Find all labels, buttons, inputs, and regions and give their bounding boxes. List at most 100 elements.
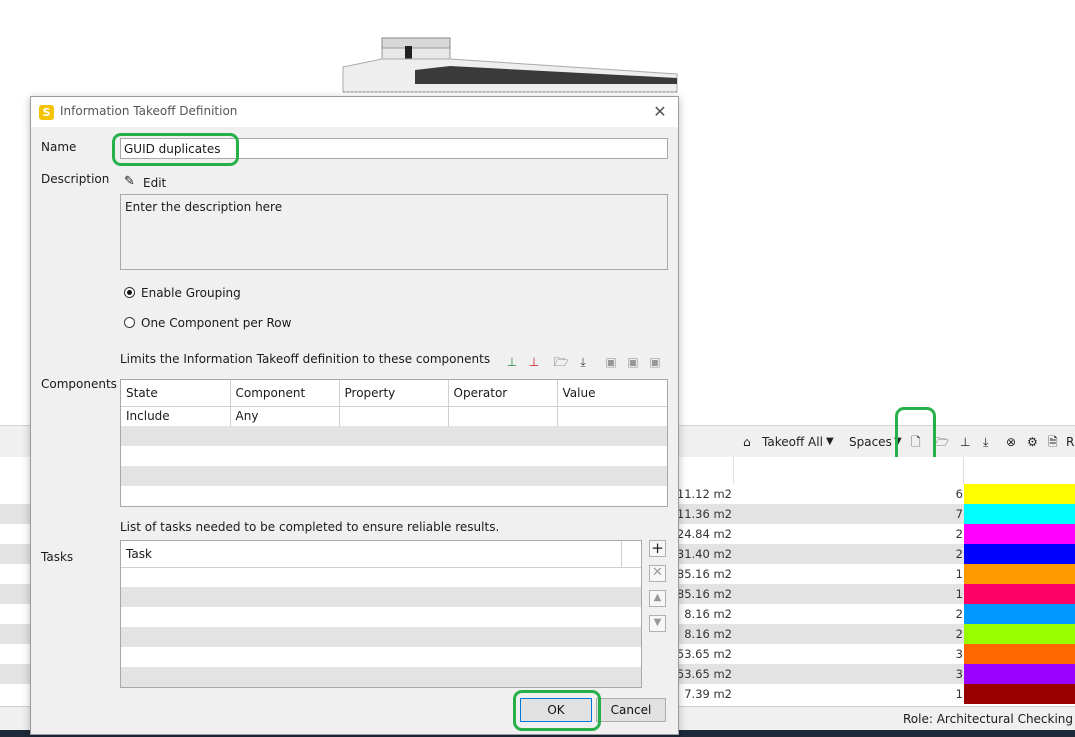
component-row[interactable] xyxy=(121,486,667,506)
chevron-down-icon[interactable]: ▼ xyxy=(894,432,902,452)
task-row[interactable] xyxy=(121,607,641,627)
area-cell: 7.39 m2 xyxy=(684,687,732,701)
folder-open-icon[interactable]: 🗁 xyxy=(553,354,569,370)
move-up-button[interactable]: ▲ xyxy=(649,590,666,607)
color-swatch xyxy=(964,604,1075,624)
empty-cell[interactable] xyxy=(121,486,230,506)
tasks-column-header[interactable]: Task xyxy=(121,541,622,568)
move-down-button[interactable]: ▼ xyxy=(649,615,666,632)
empty-cell[interactable] xyxy=(230,446,339,466)
empty-cell[interactable] xyxy=(448,446,557,466)
empty-cell[interactable] xyxy=(339,466,448,486)
one-component-per-row-label[interactable]: One Component per Row xyxy=(141,316,291,330)
report-icon[interactable]: 🗎 xyxy=(1048,432,1058,452)
component-cell[interactable]: Include xyxy=(121,406,231,426)
task-row[interactable] xyxy=(121,567,641,587)
empty-cell[interactable] xyxy=(557,426,667,446)
area-cell: 8.16 m2 xyxy=(684,627,732,641)
task-cell[interactable] xyxy=(121,587,641,607)
edit-button[interactable]: Edit xyxy=(143,176,166,190)
color-swatch xyxy=(964,684,1075,704)
empty-cell[interactable] xyxy=(121,426,230,446)
empty-cell[interactable] xyxy=(121,466,230,486)
empty-cell[interactable] xyxy=(557,466,667,486)
empty-cell[interactable] xyxy=(230,466,339,486)
remove-component-icon[interactable]: ⊥ xyxy=(526,354,542,370)
delete-task-button[interactable]: ✕ xyxy=(649,565,666,582)
one-component-per-row-radio[interactable] xyxy=(124,317,135,328)
task-row[interactable] xyxy=(121,587,641,607)
task-cell[interactable] xyxy=(121,627,641,647)
components-column-header[interactable]: Operator xyxy=(448,380,558,407)
description-label: Description xyxy=(41,172,110,186)
task-row[interactable] xyxy=(121,647,641,667)
task-row[interactable] xyxy=(121,667,641,687)
component-row[interactable] xyxy=(121,426,667,446)
task-cell[interactable] xyxy=(121,647,641,667)
component-cell[interactable]: Any xyxy=(230,406,340,426)
cancel-circle-icon[interactable]: ⊗ xyxy=(1006,432,1016,452)
gear-icon[interactable]: ⚙ xyxy=(1027,432,1038,452)
empty-cell[interactable] xyxy=(339,486,448,506)
components-column-header[interactable]: Value xyxy=(557,380,667,407)
component-row[interactable] xyxy=(121,446,667,466)
dialog-title: Information Takeoff Definition xyxy=(60,104,238,118)
name-label: Name xyxy=(41,140,77,154)
bag-icon[interactable]: ▣ xyxy=(647,354,663,370)
empty-cell[interactable] xyxy=(230,486,339,506)
enable-grouping-radio[interactable] xyxy=(124,287,135,298)
home-icon[interactable]: ⌂ xyxy=(743,432,751,452)
tray-icon[interactable]: ⊥ xyxy=(960,432,970,452)
component-cell[interactable] xyxy=(448,406,558,426)
empty-cell[interactable] xyxy=(230,426,339,446)
enable-grouping-label[interactable]: Enable Grouping xyxy=(141,286,241,300)
description-textarea[interactable]: Enter the description here xyxy=(120,194,668,270)
name-input[interactable]: GUID duplicates xyxy=(120,138,668,159)
empty-cell[interactable] xyxy=(448,486,557,506)
empty-cell[interactable] xyxy=(339,426,448,446)
folder-open-icon[interactable]: 🗁 xyxy=(934,432,949,452)
add-component-icon[interactable]: ⊥ xyxy=(504,354,520,370)
components-hint: Limits the Information Takeoff definitio… xyxy=(120,352,491,366)
empty-cell[interactable] xyxy=(557,486,667,506)
building-model xyxy=(342,37,678,93)
download-icon[interactable]: ⤓ xyxy=(575,354,591,370)
new-document-icon[interactable]: 🗋 xyxy=(911,432,921,452)
color-swatch xyxy=(964,664,1075,684)
empty-cell[interactable] xyxy=(448,426,557,446)
component-row[interactable]: Include Any xyxy=(121,406,667,426)
color-swatch xyxy=(964,584,1075,604)
edit-icon[interactable]: ✎ xyxy=(124,174,135,189)
component-row[interactable] xyxy=(121,466,667,486)
component-cell[interactable] xyxy=(339,406,449,426)
download-icon[interactable]: ⤓ xyxy=(983,432,988,452)
task-row[interactable] xyxy=(121,627,641,647)
cancel-button[interactable]: Cancel xyxy=(596,698,666,722)
area-cell: 24.84 m2 xyxy=(676,527,732,541)
dialog-titlebar[interactable]: S Information Takeoff Definition ✕ xyxy=(31,97,678,127)
components-column-header[interactable]: Property xyxy=(339,380,449,407)
tasks-table: Task xyxy=(121,541,641,687)
spaces-dropdown[interactable]: Spaces xyxy=(849,432,892,452)
empty-cell[interactable] xyxy=(121,446,230,466)
chevron-down-icon[interactable]: ▼ xyxy=(826,432,834,452)
bag-icon[interactable]: ▣ xyxy=(603,354,619,370)
add-task-button[interactable]: + xyxy=(649,540,666,557)
task-cell[interactable] xyxy=(121,567,641,587)
components-column-header[interactable]: Component xyxy=(230,380,340,407)
ok-button[interactable]: OK xyxy=(520,698,592,722)
empty-cell[interactable] xyxy=(557,446,667,466)
bag-icon[interactable]: ▣ xyxy=(625,354,641,370)
role-label: Role: Architectural Checking xyxy=(903,712,1074,726)
components-table-frame: State Component Property Operator Value Incl… xyxy=(120,379,668,507)
task-cell[interactable] xyxy=(121,667,641,687)
empty-cell[interactable] xyxy=(339,446,448,466)
close-icon[interactable]: ✕ xyxy=(649,101,671,123)
toolbar-trailing-label[interactable]: R xyxy=(1066,432,1074,452)
component-cell[interactable] xyxy=(557,406,667,426)
color-swatch xyxy=(964,484,1075,504)
empty-cell[interactable] xyxy=(448,466,557,486)
task-cell[interactable] xyxy=(121,607,641,627)
takeoff-all-button[interactable]: Takeoff All xyxy=(762,432,823,452)
components-column-header[interactable]: State xyxy=(121,380,231,407)
